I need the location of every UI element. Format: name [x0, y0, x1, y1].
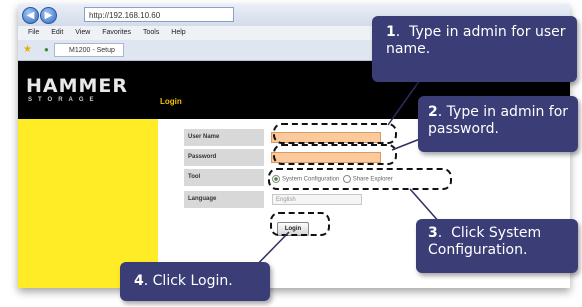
login-heading: Login	[160, 97, 182, 106]
callout-step-3: 3. Click System Configuration.	[416, 219, 578, 273]
callout-step-4: 4. Click Login.	[120, 262, 270, 301]
menu-edit[interactable]: Edit	[51, 26, 63, 40]
menu-view[interactable]: View	[75, 26, 90, 40]
highlight-user-name	[273, 123, 397, 144]
callout-1-number: 1	[386, 24, 396, 40]
brand-logo-sub: STORAGE	[28, 97, 100, 103]
menu-favorites[interactable]: Favorites	[102, 26, 131, 40]
menu-file[interactable]: File	[28, 26, 39, 40]
language-label: Language	[184, 191, 264, 208]
brand-logo: HAMMER	[26, 75, 129, 97]
user-name-label: User Name	[184, 129, 264, 146]
address-input[interactable]: http://192.168.10.60	[84, 7, 234, 22]
callout-step-1: 1. Type in admin for user name.	[372, 16, 577, 82]
callout-step-2: 2. Type in admin for password.	[418, 96, 578, 152]
callout-4-text: Click Login.	[152, 273, 233, 289]
callout-2-number: 2	[428, 104, 438, 120]
language-select[interactable]: English	[272, 194, 362, 205]
tab-setup[interactable]: M1200 - Setup	[54, 43, 124, 57]
highlight-password	[273, 144, 397, 165]
callout-2-text: Type in admin for password.	[428, 104, 569, 137]
highlight-login	[270, 212, 330, 236]
highlight-tool	[268, 168, 452, 190]
tool-label: Tool	[184, 169, 264, 186]
back-icon[interactable]: ◀	[22, 7, 39, 24]
callout-1-text: Type in admin for user name.	[386, 24, 566, 57]
favorites-star-icon[interactable]: ★	[23, 44, 32, 55]
menu-help[interactable]: Help	[171, 26, 185, 40]
menu-tools[interactable]: Tools	[143, 26, 159, 40]
forward-icon[interactable]: ▶	[40, 7, 57, 24]
page-favicon-icon: ●	[44, 45, 49, 54]
callout-4-number: 4	[134, 273, 144, 289]
callout-3-number: 3	[428, 225, 438, 241]
password-label: Password	[184, 149, 264, 166]
